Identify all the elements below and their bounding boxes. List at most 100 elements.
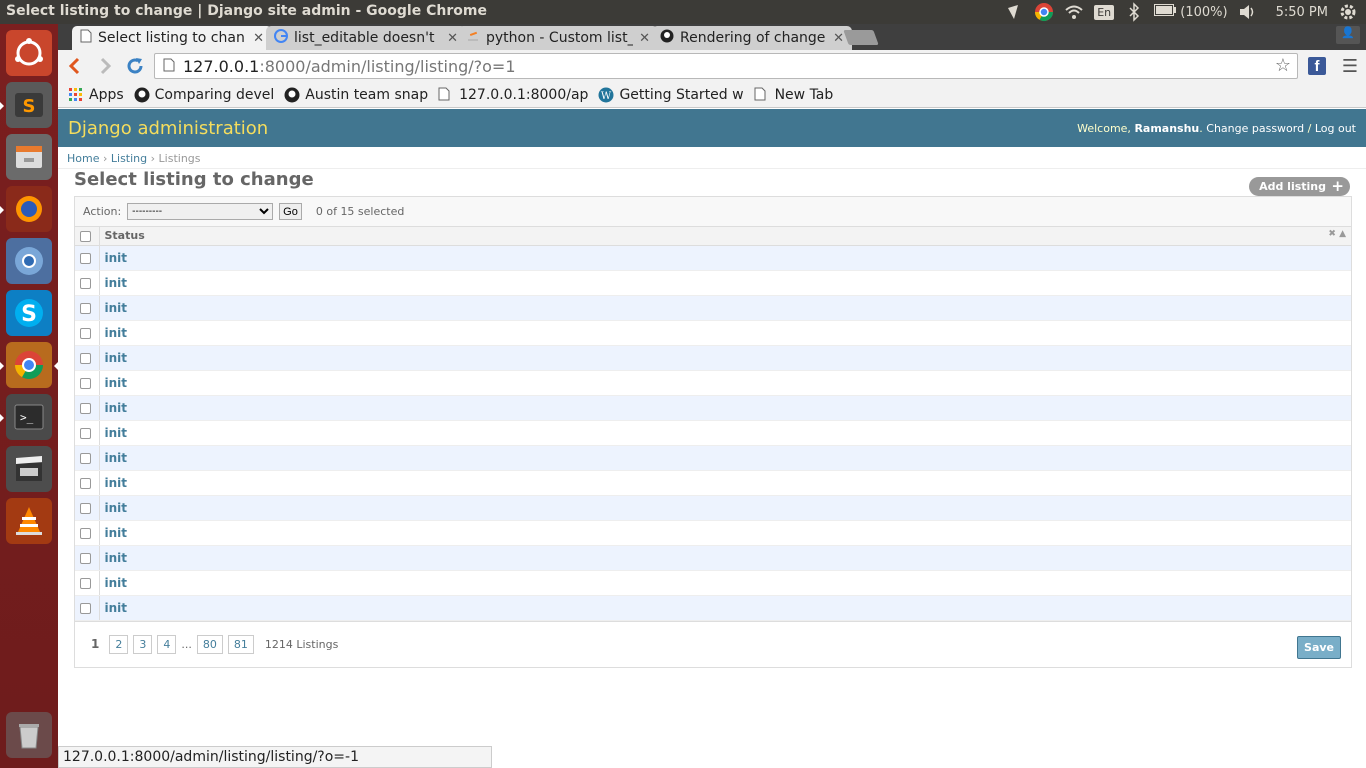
row-checkbox[interactable] — [80, 427, 91, 439]
volume-icon[interactable] — [1238, 2, 1258, 22]
status-link[interactable]: init — [105, 276, 128, 290]
row-checkbox[interactable] — [80, 252, 91, 264]
keyboard-layout-indicator[interactable]: En — [1094, 4, 1115, 20]
username: Ramanshu — [1134, 121, 1200, 135]
app-indicator-icon[interactable] — [1004, 2, 1024, 22]
bookmark-star-icon[interactable]: ☆ — [1275, 55, 1291, 76]
remove-sort-icon[interactable]: ✖ — [1328, 229, 1336, 239]
row-checkbox[interactable] — [80, 602, 91, 614]
sublime-text-icon[interactable]: S — [0, 82, 52, 128]
status-link[interactable]: init — [105, 251, 128, 265]
bookmark-apps[interactable]: Apps — [68, 87, 124, 103]
row-checkbox[interactable] — [80, 327, 91, 339]
close-tab-icon[interactable]: ✕ — [833, 31, 844, 46]
close-tab-icon[interactable]: ✕ — [447, 31, 458, 46]
bookmark-new-tab[interactable]: New Tab — [754, 87, 833, 103]
bookmark-getting-started[interactable]: W Getting Started w — [598, 87, 744, 103]
chrome-menu-icon[interactable]: ☰ — [1342, 56, 1358, 77]
status-link[interactable]: init — [105, 426, 128, 440]
row-checkbox[interactable] — [80, 577, 91, 589]
chrome-icon[interactable] — [0, 342, 58, 388]
status-link[interactable]: init — [105, 526, 128, 540]
chrome-tray-icon[interactable] — [1034, 2, 1054, 22]
status-cell: init — [99, 570, 1351, 596]
status-link[interactable]: init — [105, 376, 128, 390]
back-button[interactable] — [62, 53, 88, 79]
bookmark-label: Comparing devel — [154, 86, 275, 103]
paginator: 1 2 3 4 ... 80 81 1214 Listings Save — [75, 620, 1351, 667]
ubuntu-dash-icon[interactable] — [6, 30, 52, 76]
action-select[interactable]: --------- — [127, 203, 274, 220]
row-checkbox[interactable] — [80, 352, 91, 364]
row-checkbox[interactable] — [80, 527, 91, 539]
row-checkbox[interactable] — [80, 402, 91, 414]
new-tab-button[interactable] — [843, 30, 879, 45]
status-link[interactable]: init — [105, 451, 128, 465]
reload-button[interactable] — [122, 53, 148, 79]
close-tab-icon[interactable]: ✕ — [253, 31, 264, 46]
bookmark-localhost[interactable]: 127.0.0.1:8000/ap — [438, 87, 588, 103]
breadcrumb-home[interactable]: Home — [67, 152, 99, 165]
chromium-icon[interactable] — [6, 238, 52, 284]
status-link[interactable]: init — [105, 576, 128, 590]
logout-link[interactable]: Log out — [1315, 122, 1356, 135]
sort-options[interactable]: ✖ ▲ — [1328, 229, 1346, 239]
status-link[interactable]: init — [105, 476, 128, 490]
status-cell: init — [99, 595, 1351, 621]
row-checkbox[interactable] — [80, 277, 91, 289]
table-row: init — [75, 595, 1351, 621]
sort-ascending-icon[interactable]: ▲ — [1339, 229, 1346, 239]
row-select-cell — [75, 570, 100, 596]
bluetooth-icon[interactable] — [1124, 2, 1144, 22]
skype-icon[interactable]: S — [6, 290, 52, 336]
battery-indicator[interactable]: (100%) — [1154, 4, 1228, 20]
status-link[interactable]: init — [105, 351, 128, 365]
trash-icon[interactable] — [6, 712, 52, 758]
bookmark-austin-team[interactable]: Austin team snap — [284, 87, 428, 103]
files-icon[interactable] — [6, 134, 52, 180]
terminal-icon[interactable]: >_ — [0, 394, 52, 440]
select-all-checkbox[interactable] — [80, 230, 91, 242]
tab-select-listing[interactable]: Select listing to chan ✕ — [72, 26, 272, 50]
facebook-extension-icon[interactable]: f — [1308, 57, 1326, 75]
breadcrumb-app[interactable]: Listing — [111, 152, 147, 165]
save-button[interactable]: Save — [1297, 635, 1341, 659]
page-link-3[interactable]: 3 — [133, 634, 153, 654]
page-link-80[interactable]: 80 — [196, 634, 223, 654]
forward-button[interactable] — [92, 53, 118, 79]
column-status-header[interactable]: Status ✖ ▲ — [99, 227, 1351, 246]
row-checkbox[interactable] — [80, 452, 91, 464]
status-link[interactable]: init — [105, 551, 128, 565]
change-password-link[interactable]: Change password — [1206, 122, 1304, 135]
tab-rendering-of-change[interactable]: Rendering of change ✕ — [652, 26, 852, 50]
settings-gear-icon[interactable] — [1338, 2, 1358, 22]
page-link-4[interactable]: 4 — [157, 634, 177, 654]
row-checkbox[interactable] — [80, 502, 91, 514]
go-button[interactable]: Go — [279, 203, 302, 220]
row-checkbox[interactable] — [80, 302, 91, 314]
wifi-icon[interactable] — [1064, 2, 1084, 22]
add-listing-button[interactable]: Add listing + — [1249, 177, 1350, 196]
tab-list-editable[interactable]: list_editable doesn't ✕ — [266, 26, 466, 50]
status-link[interactable]: init — [105, 601, 128, 615]
status-link[interactable]: init — [105, 301, 128, 315]
site-brand[interactable]: Django administration — [68, 118, 268, 139]
bookmark-comparing[interactable]: Comparing devel — [134, 86, 275, 103]
row-checkbox[interactable] — [80, 377, 91, 389]
page-link-81[interactable]: 81 — [227, 634, 254, 654]
table-row: init — [75, 395, 1351, 421]
page-link-2[interactable]: 2 — [109, 634, 129, 654]
vlc-icon[interactable] — [6, 498, 52, 544]
address-bar[interactable]: 127.0.0.1:8000/admin/listing/listing/?o=… — [154, 53, 1298, 79]
row-checkbox[interactable] — [80, 477, 91, 489]
status-link[interactable]: init — [105, 326, 128, 340]
close-tab-icon[interactable]: ✕ — [639, 31, 650, 46]
profile-icon[interactable]: 👤 — [1336, 26, 1360, 44]
video-editor-icon[interactable] — [6, 446, 52, 492]
firefox-icon[interactable] — [0, 186, 52, 232]
clock[interactable]: 5:50 PM — [1276, 5, 1328, 20]
status-link[interactable]: init — [105, 501, 128, 515]
tab-python-custom[interactable]: python - Custom list_ ✕ — [458, 26, 658, 50]
row-checkbox[interactable] — [80, 552, 91, 564]
status-link[interactable]: init — [105, 401, 128, 415]
